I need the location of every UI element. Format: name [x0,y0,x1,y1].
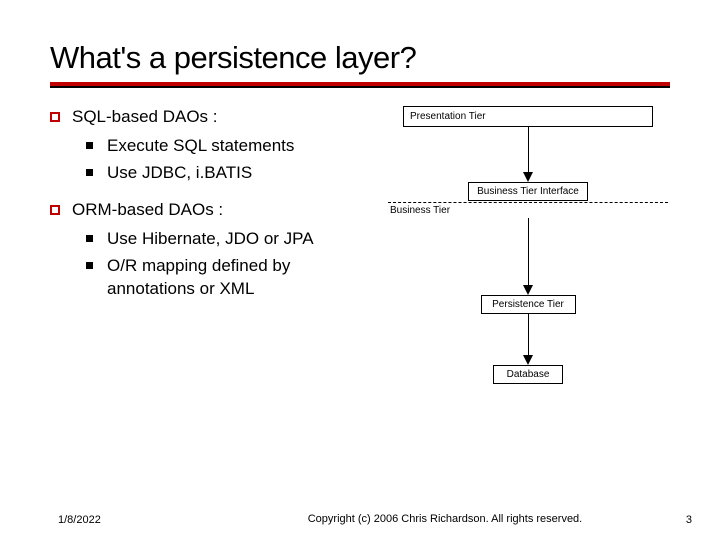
bullet-sql-daos: SQL-based DAOs : [50,106,380,129]
sub-label: Execute SQL statements [107,135,380,158]
sub-bullet: Use JDBC, i.BATIS [86,162,380,185]
bullet-label: SQL-based DAOs : [72,106,380,129]
sub-list-sql: Execute SQL statements Use JDBC, i.BATIS [86,135,380,185]
content-row: SQL-based DAOs : Execute SQL statements … [50,106,670,384]
database-box: Database [493,365,563,384]
sub-label: O/R mapping defined by annotations or XM… [107,255,380,301]
sub-bullet: Use Hibernate, JDO or JPA [86,228,380,251]
arrow-down-icon [523,355,533,365]
bullet-label: ORM-based DAOs : [72,199,380,222]
connector-line [528,314,529,356]
tier-diagram: Presentation Tier Business Tier Interfac… [388,106,668,384]
small-square-icon [86,235,93,242]
connector-line [528,127,529,173]
sub-label: Use JDBC, i.BATIS [107,162,380,185]
bullet-orm-daos: ORM-based DAOs : [50,199,380,222]
sub-list-orm: Use Hibernate, JDO or JPA O/R mapping de… [86,228,380,301]
business-tier-label: Business Tier [388,203,668,218]
small-square-icon [86,262,93,269]
business-tier-interface-box: Business Tier Interface [468,182,588,201]
sub-label: Use Hibernate, JDO or JPA [107,228,380,251]
sub-bullet: O/R mapping defined by annotations or XM… [86,255,380,301]
footer-date: 1/8/2022 [58,514,198,526]
footer-copyright: Copyright (c) 2006 Chris Richardson. All… [198,512,652,526]
persistence-tier-box: Persistence Tier [481,295,576,314]
slide-title: What's a persistence layer? [50,40,670,76]
arrow-down-icon [523,172,533,182]
presentation-tier-box: Presentation Tier [403,106,653,127]
title-underline [50,82,670,88]
connector-line [528,218,529,286]
sub-bullet: Execute SQL statements [86,135,380,158]
small-square-icon [86,142,93,149]
arrow-down-icon [523,285,533,295]
square-bullet-icon [50,112,60,122]
footer-page-number: 3 [652,514,692,526]
slide-footer: 1/8/2022 Copyright (c) 2006 Chris Richar… [0,512,720,526]
text-column: SQL-based DAOs : Execute SQL statements … [50,106,380,315]
square-bullet-icon [50,205,60,215]
small-square-icon [86,169,93,176]
slide: What's a persistence layer? SQL-based DA… [0,0,720,540]
